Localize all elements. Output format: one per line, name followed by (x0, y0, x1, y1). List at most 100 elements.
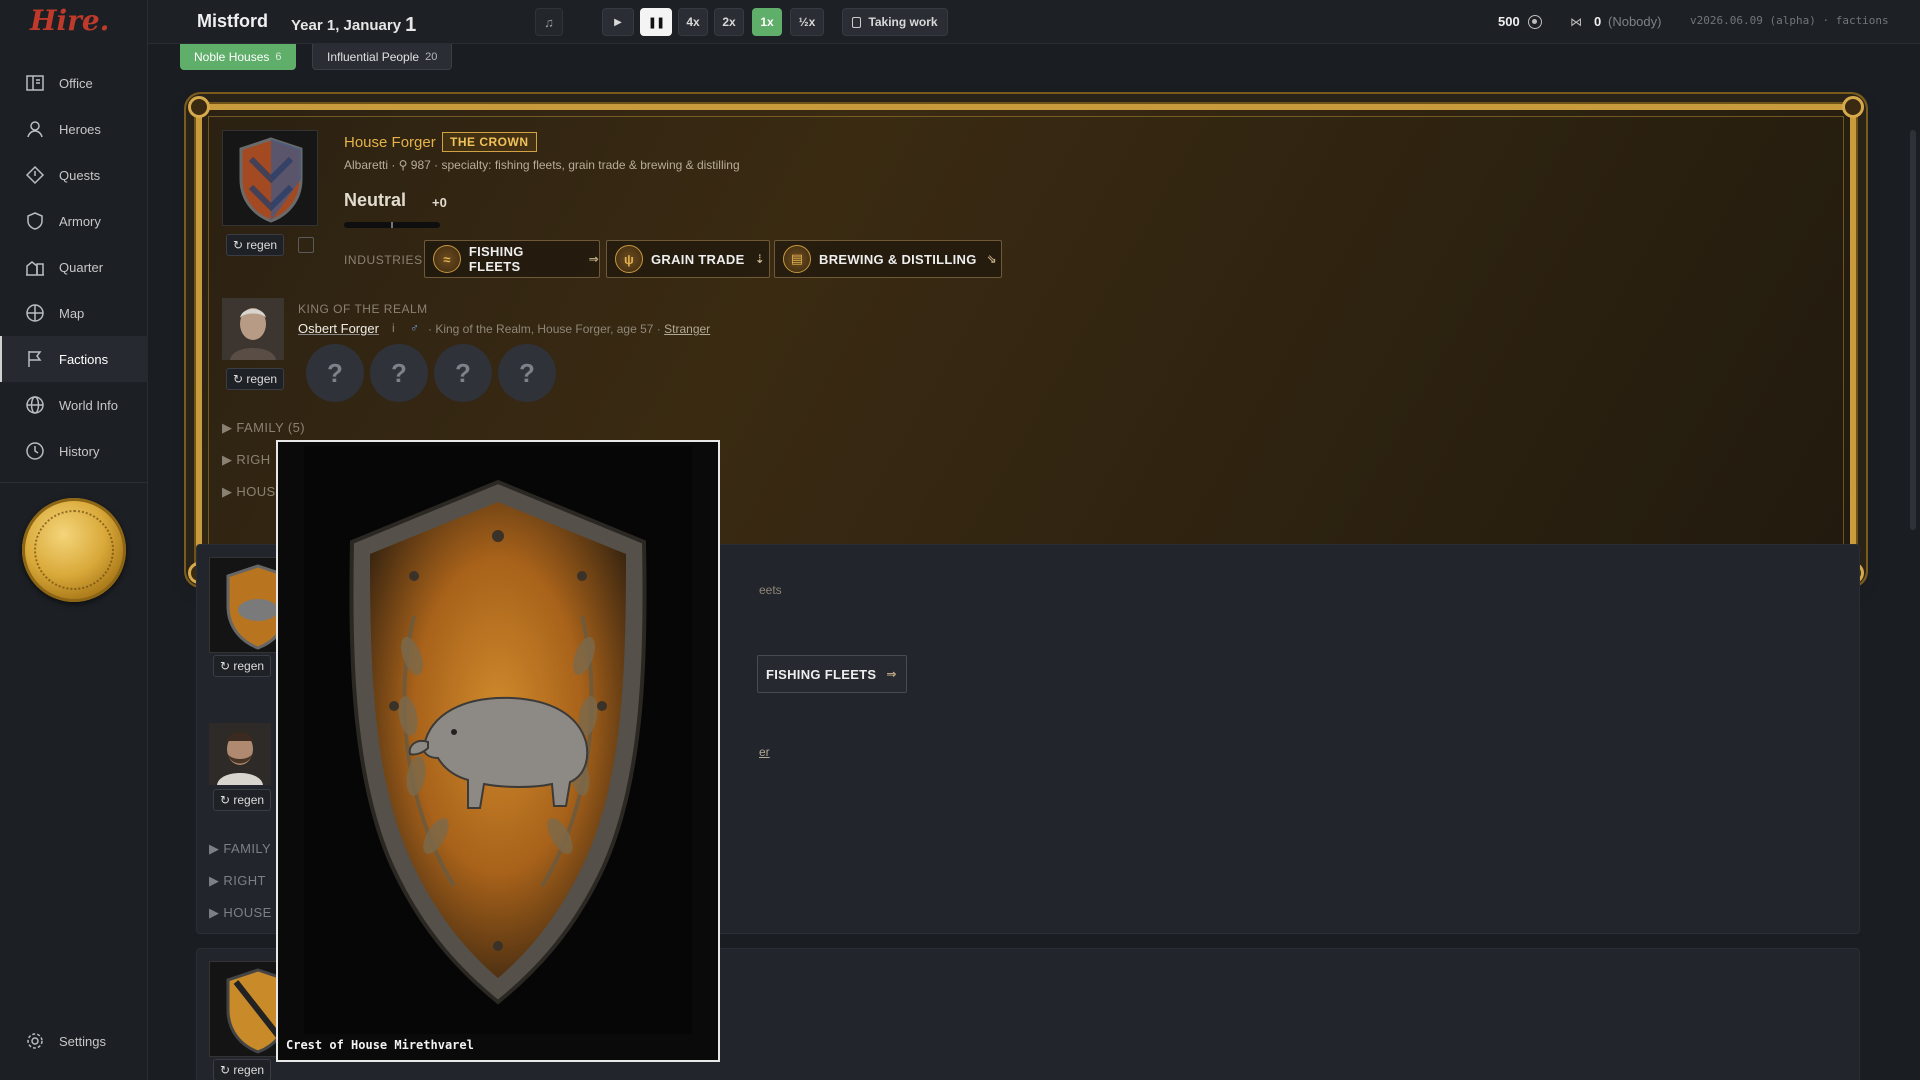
sidebar-item-label: World Info (59, 397, 119, 413)
taking-work-toggle[interactable]: Taking work (842, 8, 948, 36)
sidebar-item-factions[interactable]: Factions (0, 336, 148, 382)
regen-crest-button[interactable]: ↻ regen (213, 1059, 272, 1080)
portrait-image (222, 298, 284, 360)
play-icon: ▶ (614, 16, 622, 28)
top-bar: Mistford Year 1, January 1 ♫ ▶ ❚❚ 4x 2x 1… (148, 0, 1920, 44)
clock-icon (24, 440, 46, 462)
industry-chip-fishing-fleets[interactable]: ≈ FISHING FLEETS ⇒ (424, 240, 600, 278)
stance-label: Neutral (344, 190, 407, 210)
stance-bar (344, 222, 440, 228)
sidebar-item-armory[interactable]: Armory (0, 198, 148, 244)
leader-relation-link[interactable]: er (759, 745, 770, 759)
compass-icon (24, 302, 46, 324)
leader-relation-link[interactable]: Stranger (664, 322, 710, 336)
pause-button[interactable]: ❚❚ (640, 8, 672, 36)
date-day: 1 (405, 14, 417, 36)
portrait-image (209, 723, 271, 785)
regen-portrait-button[interactable]: ↻ regen (226, 368, 285, 390)
crest-preview-popup: Crest of House Mirethvarel (276, 440, 720, 1062)
industry-label: FISHING FLEETS (468, 244, 524, 274)
office-icon (24, 72, 46, 94)
taking-work-label: Taking work (868, 15, 938, 29)
tab-count: 6 (275, 51, 282, 63)
gold-coin-emblem[interactable] (22, 498, 126, 602)
sidebar-item-quarter[interactable]: Quarter (0, 244, 148, 290)
leader-description: · King of the Realm, House Forger, age 5… (428, 322, 710, 336)
date-prefix: Year 1, January (291, 17, 402, 34)
pause-icon: ❚❚ (647, 16, 665, 29)
sidebar-divider (0, 482, 148, 483)
tab-influential-people[interactable]: Influential People 20 (312, 44, 453, 70)
house-crest-thumbnail[interactable] (222, 130, 318, 226)
sidebar-item-office[interactable]: Office (0, 60, 148, 106)
regen-crest-button[interactable]: ↻ regen (226, 234, 285, 256)
app-logo[interactable]: Hire. (30, 4, 109, 40)
buildings-icon (24, 256, 46, 278)
speed-2x-button[interactable]: 2x (714, 8, 744, 36)
sidebar-item-label: Quarter (59, 259, 104, 275)
frame-corner-ornament (188, 96, 210, 118)
industries-label: INDUSTRIES (344, 253, 423, 267)
family-section-toggle[interactable]: ▶ FAMILY (209, 841, 271, 857)
play-button[interactable]: ▶ (602, 8, 634, 36)
tab-label: Influential People (327, 49, 420, 64)
sidebar-item-label: Settings (59, 1033, 106, 1049)
crown-badge: THE CROWN (442, 132, 537, 152)
house-name[interactable]: House Forger (344, 134, 436, 151)
leader-name-link[interactable]: Osbert Forger (298, 321, 379, 336)
industry-chip-grain-trade[interactable]: ψ GRAIN TRADE ⇣ (606, 240, 770, 278)
regen-crest-button[interactable]: ↻ regen (213, 655, 272, 677)
holdings-section-toggle[interactable]: ▶ HOUSE (209, 905, 272, 921)
leader-portrait[interactable] (222, 298, 284, 360)
music-button[interactable]: ♫ (535, 8, 563, 36)
gold-amount: 500 (1498, 14, 1520, 29)
sidebar-item-label: History (59, 443, 100, 459)
family-section-toggle[interactable]: ▶ FAMILY (5) (222, 420, 305, 436)
unknown-member-slot[interactable]: ? (306, 344, 364, 402)
tab-noble-houses[interactable]: Noble Houses 6 (180, 44, 296, 70)
holdings-section-toggle[interactable]: ▶ HOUS (222, 484, 276, 500)
unknown-member-slot[interactable]: ? (434, 344, 492, 402)
regen-portrait-button[interactable]: ↻ regen (213, 789, 272, 811)
game-date: Year 1, January 1 (291, 13, 416, 36)
speed-4x-button[interactable]: 4x (678, 8, 708, 36)
sidebar-item-label: Map (59, 305, 85, 321)
flag-icon (24, 348, 46, 370)
city-name: Mistford (197, 11, 268, 31)
industry-label: GRAIN TRADE (651, 251, 745, 267)
tab-count: 20 (425, 50, 438, 63)
sidebar-item-map[interactable]: Map (0, 290, 148, 336)
speed-half-button[interactable]: ½x (790, 8, 824, 36)
gear-icon (24, 1030, 46, 1052)
industry-label: FISHING FLEETS (766, 666, 877, 682)
leader-info-icon[interactable]: i (392, 321, 395, 335)
industry-trend-icon: ⇣ (754, 252, 765, 266)
music-note-icon: ♫ (544, 14, 554, 30)
crest-options-button[interactable] (298, 237, 314, 253)
crowd-owner: (Nobody) (1608, 14, 1662, 29)
sidebar-item-heroes[interactable]: Heroes (0, 106, 148, 152)
sidebar-item-label: Quests (59, 167, 101, 183)
unknown-member-slot[interactable]: ? (498, 344, 556, 402)
frame-corner-ornament (1842, 96, 1864, 118)
house-subtitle: Albaretti · ⚲ 987 · specialty: fishing f… (344, 158, 740, 172)
industry-chip-fishing-fleets[interactable]: FISHING FLEETS ⇒ (757, 655, 907, 693)
rights-section-toggle[interactable]: ▶ RIGHT (209, 873, 266, 889)
industry-chip-brewing-distilling[interactable]: ▤ BREWING & DISTILLING ⇘ (774, 240, 1002, 278)
barrel-icon: ▤ (783, 245, 811, 273)
leader-portrait[interactable] (209, 723, 271, 785)
industry-trend-icon: ⇒ (588, 252, 599, 266)
sidebar-item-history[interactable]: History (0, 428, 148, 474)
page-scrollbar[interactable] (1910, 130, 1916, 530)
person-icon (24, 118, 46, 140)
crest-image (304, 446, 692, 1034)
rights-section-toggle[interactable]: ▶ RIGH (222, 452, 271, 468)
speed-1x-button[interactable]: 1x (752, 8, 782, 36)
unknown-member-slot[interactable]: ? (370, 344, 428, 402)
sidebar-item-world-info[interactable]: World Info (0, 382, 148, 428)
version-text: v2026.06.09 (alpha) · factions (1690, 14, 1889, 27)
industry-label: BREWING & DISTILLING (819, 251, 977, 267)
sidebar-item-settings[interactable]: Settings (0, 1018, 148, 1064)
sidebar-item-quests[interactable]: Quests (0, 152, 148, 198)
sidebar-item-label: Heroes (59, 121, 101, 137)
